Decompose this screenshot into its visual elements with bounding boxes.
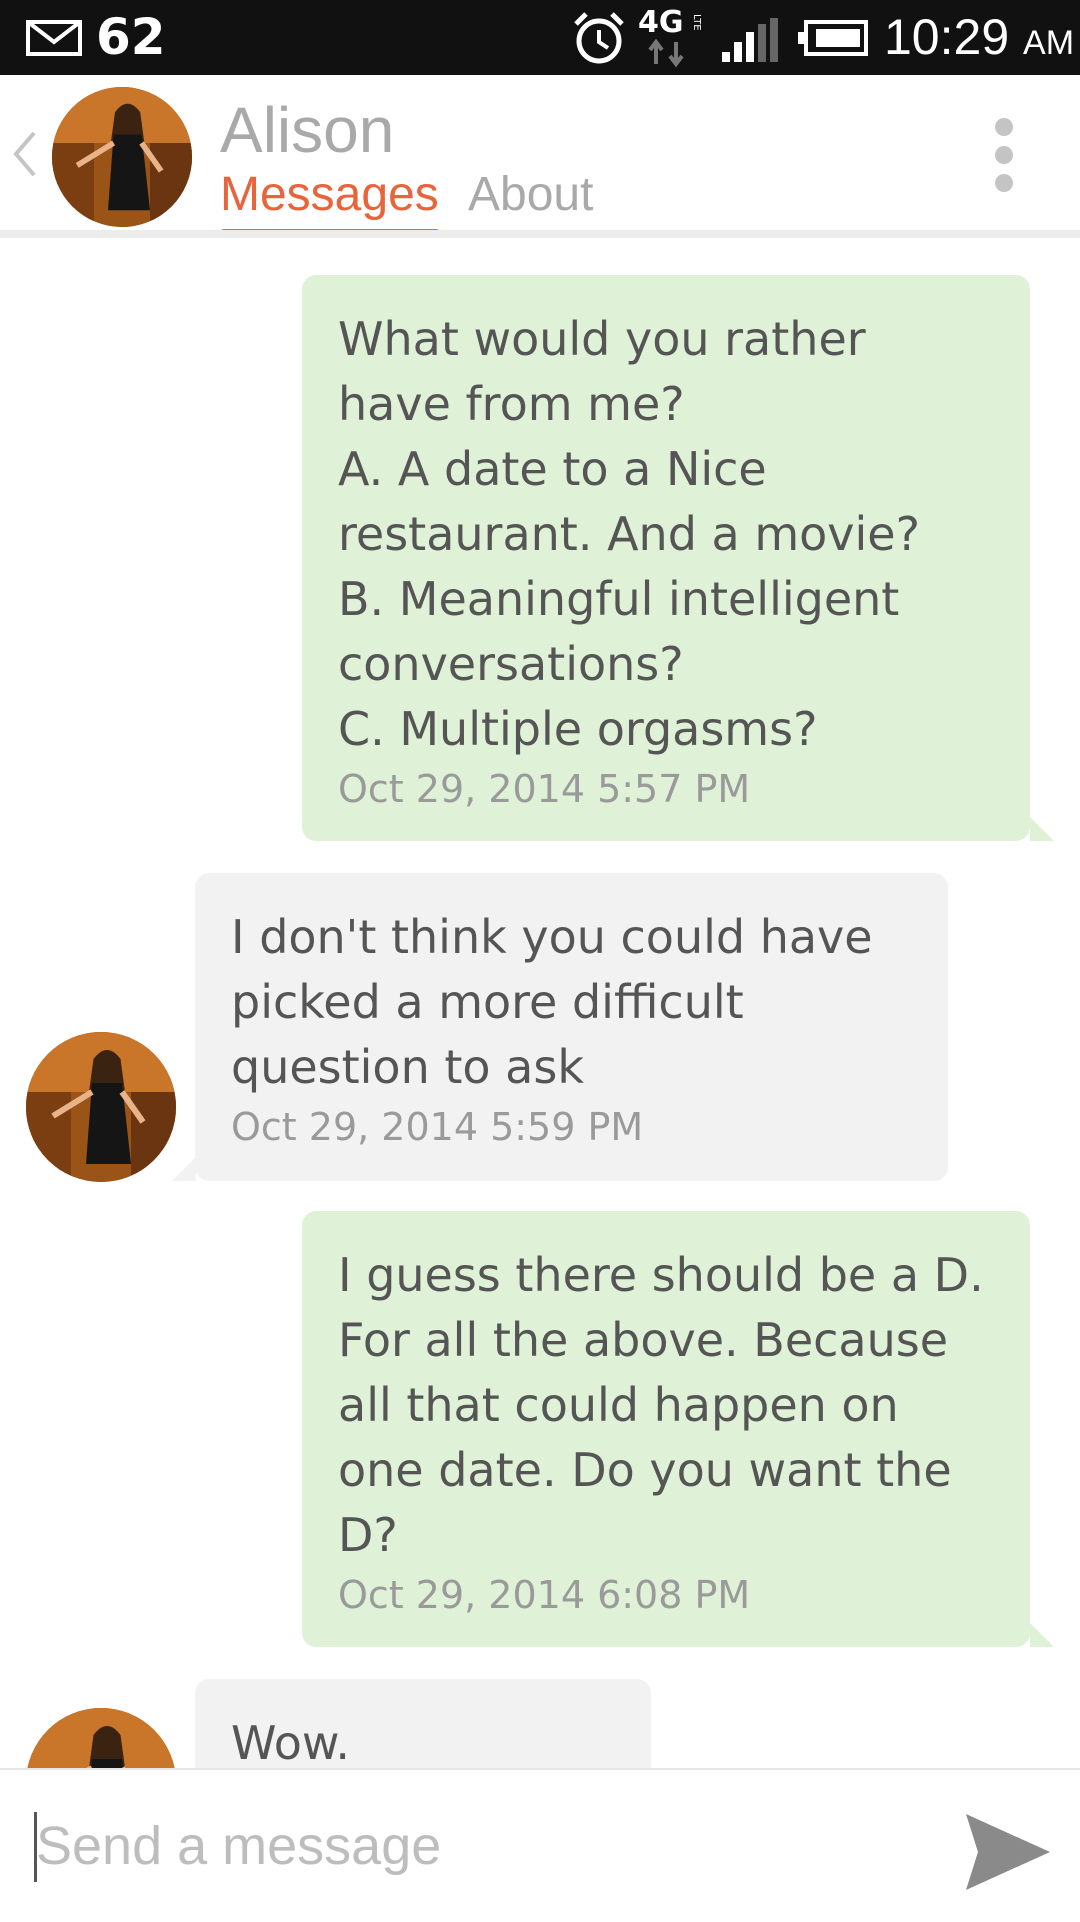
bubble-tail [1030,817,1054,841]
message-bubble-received[interactable]: I don't think you could have picked a mo… [195,873,948,1181]
signal-icon [722,18,778,62]
message-bubble-sent[interactable]: What would you rather have from me? A. A… [302,275,1030,841]
status-clock: 10:29 AM [884,8,1074,66]
mail-count: 62 [96,8,166,66]
contact-avatar-small[interactable] [26,1032,176,1182]
avatar-photo [26,1032,176,1182]
message-text: Wow. [231,1716,350,1770]
alarm-icon [574,12,624,64]
message-timestamp: Oct 29, 2014 5:57 PM [338,767,751,811]
battery-icon [798,20,868,56]
message-text: I guess there should be a D. For all the… [338,1248,984,1562]
network-type-label: 4G [638,5,684,40]
bubble-tail [172,1157,196,1181]
tab-about[interactable]: About [468,167,593,222]
message-text: What would you rather have from me? A. A… [338,312,921,756]
tab-messages[interactable]: Messages [220,167,439,222]
contact-avatar[interactable] [52,87,192,227]
contact-name: Alison [220,94,395,166]
message-timestamp: Oct 29, 2014 5:59 PM [231,1105,644,1149]
avatar-photo [52,87,192,227]
message-timestamp: Oct 29, 2014 6:08 PM [338,1573,751,1617]
status-bar: 62 4G LTE 10:29 AM [0,0,1080,75]
network-activity-icon: 4G LTE [638,5,702,68]
header-divider [0,230,1080,238]
back-chevron-icon[interactable] [10,129,40,179]
send-icon[interactable] [962,1808,1052,1896]
status-ampm: AM [1023,24,1075,62]
message-composer [0,1768,1080,1922]
bubble-tail [1030,1623,1054,1647]
overflow-menu-icon[interactable] [984,115,1024,195]
message-input[interactable] [36,1806,896,1886]
message-bubble-sent[interactable]: I guess there should be a D. For all the… [302,1211,1030,1647]
status-time: 10:29 [884,9,1010,65]
mail-icon [26,20,82,56]
message-text: I don't think you could have picked a mo… [231,910,873,1094]
network-lte-label: LTE [691,14,702,31]
conversation-header: Alison Messages About [0,75,1080,237]
